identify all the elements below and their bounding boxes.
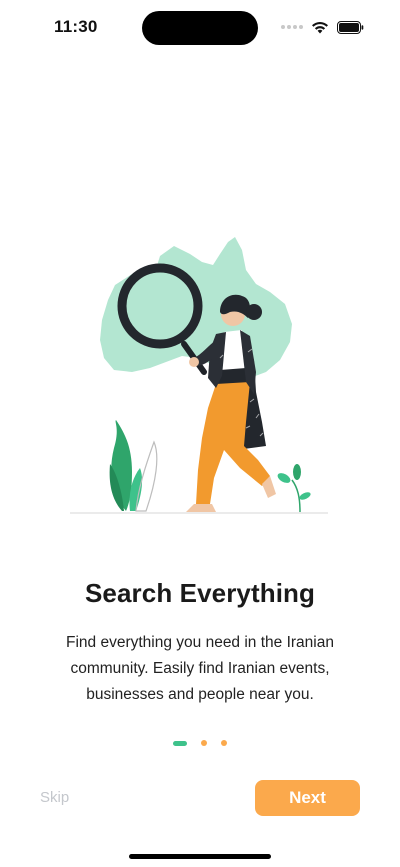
home-indicator <box>129 854 271 859</box>
status-icons <box>281 18 364 36</box>
dynamic-island <box>142 11 258 45</box>
wifi-icon <box>312 21 328 33</box>
skip-button[interactable]: Skip <box>40 789 69 806</box>
status-bar: 11:30 <box>0 0 400 54</box>
page-indicator <box>0 739 400 747</box>
onboarding-description: Find everything you need in the Iranian … <box>66 634 334 703</box>
page-dot <box>201 740 207 746</box>
page-dot <box>221 740 227 746</box>
signal-dots-icon <box>281 25 303 29</box>
onboarding-title: Search Everything <box>84 578 315 608</box>
next-button[interactable]: Next <box>255 780 360 816</box>
battery-icon <box>337 20 364 34</box>
page-dot <box>173 740 187 746</box>
search-illustration <box>70 237 328 514</box>
status-time: 11:30 <box>54 17 98 36</box>
